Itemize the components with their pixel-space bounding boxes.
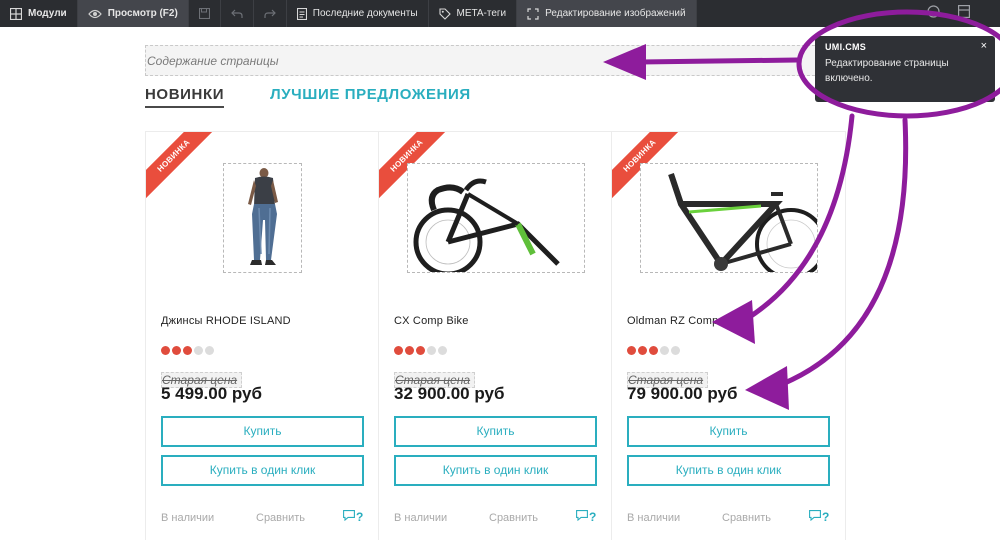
star-empty-icon[interactable] bbox=[660, 346, 669, 355]
speech-bubble-icon bbox=[576, 510, 588, 524]
product-price[interactable]: 79 900.00 руб bbox=[627, 384, 737, 404]
question-button[interactable]: ? bbox=[576, 510, 596, 524]
question-mark: ? bbox=[356, 510, 364, 524]
undo-button[interactable] bbox=[221, 0, 254, 27]
compare-link[interactable]: Сравнить bbox=[722, 512, 771, 524]
preview-button[interactable]: Просмотр (F2) bbox=[77, 0, 189, 27]
product-price[interactable]: 32 900.00 руб bbox=[394, 384, 504, 404]
product-image[interactable] bbox=[407, 163, 585, 273]
product-title[interactable]: CX Comp Bike bbox=[394, 315, 469, 327]
redo-icon bbox=[264, 9, 276, 19]
buy-one-click-button[interactable]: Купить в один клик bbox=[627, 455, 830, 486]
panel-toggle-icon[interactable] bbox=[958, 4, 971, 23]
availability-status: В наличии bbox=[394, 512, 448, 524]
jeans-model-image bbox=[248, 168, 278, 265]
buy-button[interactable]: Купить bbox=[161, 416, 364, 447]
question-mark: ? bbox=[822, 510, 830, 524]
star-empty-icon[interactable] bbox=[205, 346, 214, 355]
product-tabs: НОВИНКИ ЛУЧШИЕ ПРЕДЛОЖЕНИЯ bbox=[145, 86, 471, 108]
rating-stars bbox=[627, 346, 680, 355]
availability-status: В наличии bbox=[161, 512, 215, 524]
question-mark: ? bbox=[589, 510, 597, 524]
star-filled-icon[interactable] bbox=[649, 346, 658, 355]
product-title[interactable]: Oldman RZ Comp bbox=[627, 315, 718, 327]
meta-tags-label: META-теги bbox=[456, 8, 507, 19]
content-placeholder: Содержание страницы bbox=[147, 54, 279, 68]
save-button[interactable] bbox=[189, 0, 221, 27]
star-filled-icon[interactable] bbox=[405, 346, 414, 355]
toolbar-right-group bbox=[927, 0, 1000, 27]
product-price[interactable]: 5 499.00 руб bbox=[161, 384, 262, 404]
buy-one-click-button[interactable]: Купить в один клик bbox=[394, 455, 597, 486]
preview-label: Просмотр (F2) bbox=[107, 8, 178, 19]
question-button[interactable]: ? bbox=[809, 510, 829, 524]
save-icon bbox=[198, 8, 210, 19]
rating-stars bbox=[161, 346, 214, 355]
close-icon[interactable]: × bbox=[981, 40, 987, 52]
tag-icon bbox=[438, 7, 451, 20]
buy-button[interactable]: Купить bbox=[627, 416, 830, 447]
tab-new[interactable]: НОВИНКИ bbox=[145, 86, 225, 108]
notification-text: Редактирование страницы включено. bbox=[825, 58, 949, 84]
help-circle-icon[interactable] bbox=[927, 4, 940, 23]
crop-frame-icon bbox=[527, 7, 539, 20]
recent-documents-label: Последние документы bbox=[312, 8, 418, 19]
eye-icon bbox=[87, 9, 102, 19]
notification-popup: UMI.CMS Редактирование страницы включено… bbox=[815, 36, 995, 102]
recent-documents-button[interactable]: Последние документы bbox=[287, 0, 429, 27]
star-filled-icon[interactable] bbox=[172, 346, 181, 355]
image-editing-button[interactable]: Редактирование изображений bbox=[517, 0, 697, 27]
star-empty-icon[interactable] bbox=[671, 346, 680, 355]
star-filled-icon[interactable] bbox=[627, 346, 636, 355]
undo-icon bbox=[230, 9, 243, 19]
image-editing-label: Редактирование изображений bbox=[545, 8, 686, 19]
star-filled-icon[interactable] bbox=[638, 346, 647, 355]
tab-best-offers[interactable]: ЛУЧШИЕ ПРЕДЛОЖЕНИЯ bbox=[270, 86, 471, 108]
star-filled-icon[interactable] bbox=[416, 346, 425, 355]
buy-button[interactable]: Купить bbox=[394, 416, 597, 447]
admin-toolbar: Модули Просмотр (F2) Последние документы… bbox=[0, 0, 1000, 27]
compare-link[interactable]: Сравнить bbox=[256, 512, 305, 524]
modules-label: Модули bbox=[28, 8, 67, 19]
modules-button[interactable]: Модули bbox=[0, 0, 78, 27]
star-empty-icon[interactable] bbox=[438, 346, 447, 355]
notification-title: UMI.CMS bbox=[825, 42, 867, 52]
compare-link[interactable]: Сравнить bbox=[489, 512, 538, 524]
star-filled-icon[interactable] bbox=[183, 346, 192, 355]
question-button[interactable]: ? bbox=[343, 510, 363, 524]
speech-bubble-icon bbox=[343, 510, 355, 524]
product-image[interactable] bbox=[223, 163, 302, 273]
star-empty-icon[interactable] bbox=[427, 346, 436, 355]
availability-status: В наличии bbox=[627, 512, 681, 524]
redo-button[interactable] bbox=[254, 0, 287, 27]
product-card: НОВИНКА CX Comp Bike Старая цена 32 900.… bbox=[378, 131, 613, 540]
product-image[interactable] bbox=[640, 163, 818, 273]
bike-frame-image bbox=[668, 173, 817, 272]
product-title[interactable]: Джинсы RHODE ISLAND bbox=[161, 315, 291, 327]
star-empty-icon[interactable] bbox=[194, 346, 203, 355]
product-card: НОВИНКА Oldman RZ Comp Старая цена 79 90… bbox=[611, 131, 846, 540]
product-card: НОВИНКА Джинсы RHODE ISLAND Старая цена … bbox=[145, 131, 380, 540]
star-filled-icon[interactable] bbox=[161, 346, 170, 355]
buy-one-click-button[interactable]: Купить в один клик bbox=[161, 455, 364, 486]
meta-tags-button[interactable]: META-теги bbox=[429, 0, 518, 27]
speech-bubble-icon bbox=[809, 510, 821, 524]
page-content-editable[interactable]: Содержание страницы bbox=[145, 45, 835, 76]
star-filled-icon[interactable] bbox=[394, 346, 403, 355]
grid-icon bbox=[10, 7, 22, 20]
rating-stars bbox=[394, 346, 447, 355]
document-icon bbox=[296, 7, 307, 20]
new-badge: НОВИНКА bbox=[146, 132, 221, 203]
bike-image bbox=[413, 178, 560, 272]
